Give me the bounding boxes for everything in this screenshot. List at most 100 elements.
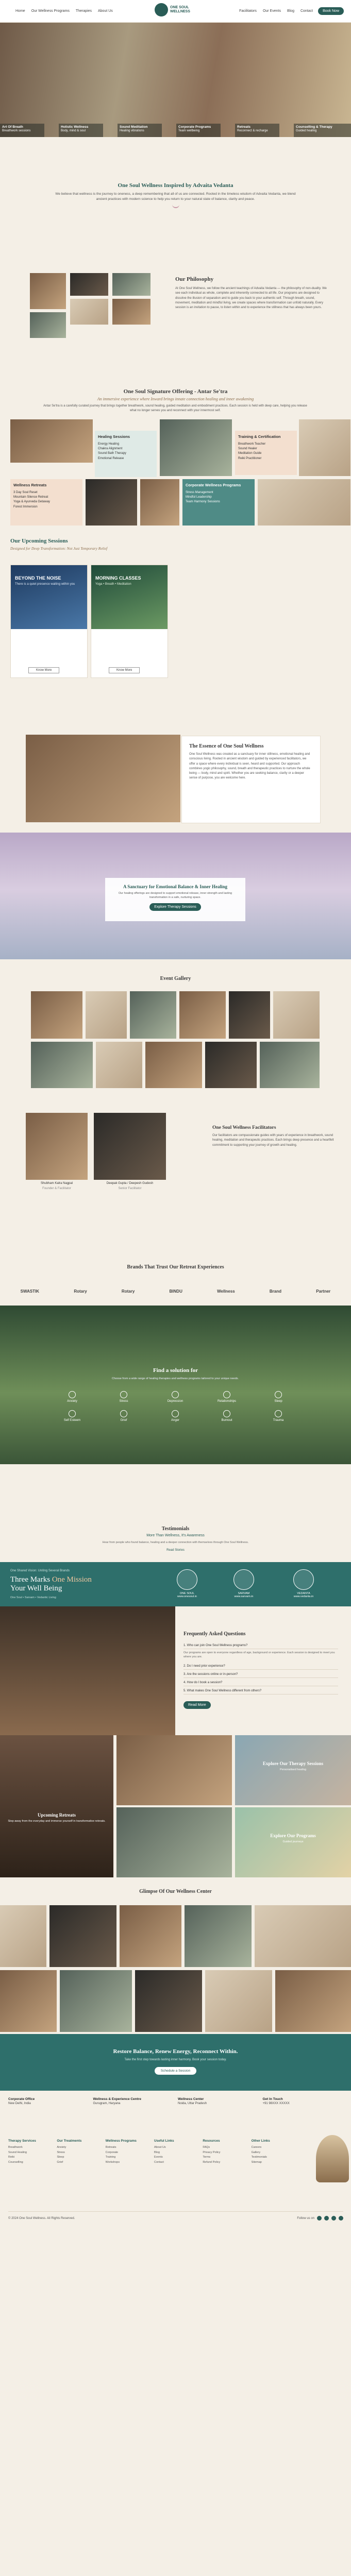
category-item[interactable]: Self Esteem [46,1410,98,1422]
footer-link[interactable]: Blog [154,2150,199,2156]
category-item[interactable]: Grief [98,1410,149,1422]
gallery-photo[interactable] [145,1042,202,1088]
linkedin-icon[interactable] [339,2216,343,2221]
category-item[interactable]: Burnout [201,1410,253,1422]
facilitator-role: Founder & Facilitator [42,1187,71,1190]
footer-link[interactable]: Careers [252,2145,297,2150]
retreats-card[interactable]: Wellness Retreats 3 Day Soul Reset Mount… [10,479,82,526]
read-stories-link[interactable]: Read Stories [0,1549,351,1552]
footer-link[interactable]: Contact [154,2160,199,2165]
footer-link[interactable]: Grief [57,2160,102,2165]
upcoming-retreats-card[interactable]: Upcoming Retreats Step away from the eve… [0,1735,113,1877]
category-item[interactable]: Depression [149,1391,201,1403]
know-more-button[interactable]: Know More [28,667,60,673]
footer-link[interactable]: Breathwork [8,2145,54,2150]
hero-panel[interactable]: Art Of Breath Breathwork sessions [0,124,44,137]
nav-item-events[interactable]: Our Events [263,9,281,13]
gallery-photo[interactable] [31,1042,93,1088]
footer-link[interactable]: Gallery [252,2150,297,2156]
faq-question[interactable]: 4. How do I book a session? [183,1680,338,1686]
corporate-card[interactable]: Corporate Wellness Programs Stress Manag… [182,479,255,526]
event-card[interactable]: BEYOND THE NOISE There is a quiet presen… [10,565,88,678]
hero-panel-text: Guided healing [296,129,317,132]
youtube-icon[interactable] [331,2216,336,2221]
address-block: Wellness Center Noida, Uttar Pradesh [178,2097,259,2106]
therapy-sessions-card[interactable]: Explore Our Therapy Sessions Personalise… [235,1735,351,1805]
footer-link[interactable]: Training [106,2155,151,2160]
nav-item-about[interactable]: About Us [98,9,113,13]
category-icon [275,1391,282,1398]
footer-link[interactable]: Workshops [106,2160,151,2165]
hero-panel-text: Reconnect & recharge [237,129,268,132]
explore-therapy-button[interactable]: Explore Therapy Sessions [149,903,201,911]
schedule-session-button[interactable]: Schedule a Session [154,2067,197,2075]
training-card[interactable]: Training & Certification Breathwork Teac… [235,431,297,475]
facilitator-photo[interactable] [26,1113,88,1180]
faq-question[interactable]: 5. What makes One Soul Wellness differen… [183,1688,338,1694]
footer-link[interactable]: Events [154,2155,199,2160]
hero-panel[interactable]: Counselling & Therapy Guided healing [294,124,351,137]
category-item[interactable]: Anxiety [46,1391,98,1403]
gallery-photo[interactable] [273,991,320,1039]
category-item[interactable]: Relationships [201,1391,253,1403]
gallery-photo[interactable] [96,1042,142,1088]
category-item[interactable]: Sleep [253,1391,304,1403]
find-title: Find a solution for [153,1367,198,1374]
hero-panel[interactable]: Corporate Programs Team wellbeing [176,124,221,137]
category-item[interactable]: Stress [98,1391,149,1403]
banner-brand[interactable]: ONE SOUL www.onesoul.in [170,1569,204,1598]
footer-link[interactable]: Testimonials [252,2155,297,2160]
gallery-photo[interactable] [229,991,270,1039]
footer-link[interactable]: Privacy Policy [203,2150,248,2156]
faq-question[interactable]: 3. Are the sessions online or in-person? [183,1671,338,1678]
instagram-icon[interactable] [324,2216,329,2221]
programs-card[interactable]: Explore Our Programs Guided journeys [235,1807,351,1877]
nav-item-blog[interactable]: Blog [287,9,294,13]
faq-question[interactable]: 1. Who can join One Soul Wellness progra… [183,1642,338,1649]
event-card[interactable]: MORNING CLASSES Yoga • Breath • Meditati… [91,565,168,678]
nav-item-therapies[interactable]: Therapies [76,9,92,13]
gallery-photo[interactable] [130,991,176,1039]
nav-item-programs[interactable]: Our Wellness Programs [31,9,70,13]
footer-link[interactable]: Reiki [8,2155,54,2160]
faq-read-more-button[interactable]: Read More [183,1701,211,1709]
footer-link[interactable]: Sitemap [252,2160,297,2165]
category-item[interactable]: Anger [149,1410,201,1422]
address-title: Wellness Center [178,2097,204,2101]
hero-panel[interactable]: Sound Meditation Healing vibrations [118,124,162,137]
healing-sessions-card[interactable]: Healing Sessions Energy Healing Chakra A… [95,431,157,477]
footer-link[interactable]: Refund Policy [203,2160,248,2165]
brand-logo: BINDU [169,1289,182,1294]
gallery-photo[interactable] [205,1042,257,1088]
hero-panel[interactable]: Holistic Wellness Body, mind & soul [59,124,103,137]
footer-link[interactable]: About Us [154,2145,199,2150]
banner-brand[interactable]: SARVAM www.sarvam.in [227,1569,261,1598]
hero-panel[interactable]: Retreats Reconnect & recharge [235,124,279,137]
footer-link[interactable]: FAQs [203,2145,248,2150]
gallery-photo[interactable] [31,991,82,1039]
facilitator-photo[interactable] [94,1113,166,1180]
nav-item-home[interactable]: Home [15,9,25,13]
hero-panel-title: Art Of Breath [2,125,23,129]
footer-link[interactable]: Terms [203,2155,248,2160]
banner-brand[interactable]: VEDANTA www.vedanta.in [287,1569,321,1598]
site-logo[interactable]: ONE SOUL WELLNESS [155,3,190,16]
footer-link[interactable]: Retreats [106,2145,151,2150]
faq-question[interactable]: 2. Do I need prior experience? [183,1663,338,1670]
footer-link[interactable]: Sleep [57,2155,102,2160]
gallery-photo[interactable] [260,1042,320,1088]
footer-link[interactable]: Stress [57,2150,102,2156]
gallery-photo[interactable] [86,991,127,1039]
hero-panel-title: Corporate Programs [178,125,211,129]
footer-link[interactable]: Anxiety [57,2145,102,2150]
nav-item-facilitators[interactable]: Facilitators [239,9,257,13]
nav-item-contact[interactable]: Contact [300,9,313,13]
know-more-button[interactable]: Know More [109,667,140,673]
footer-link[interactable]: Sound Healing [8,2150,54,2156]
facebook-icon[interactable] [317,2216,322,2221]
gallery-photo[interactable] [179,991,226,1039]
book-now-button[interactable]: Book Now [318,7,344,15]
footer-link[interactable]: Counselling [8,2160,54,2165]
footer-link[interactable]: Corporate [106,2150,151,2156]
category-item[interactable]: Trauma [253,1410,304,1422]
